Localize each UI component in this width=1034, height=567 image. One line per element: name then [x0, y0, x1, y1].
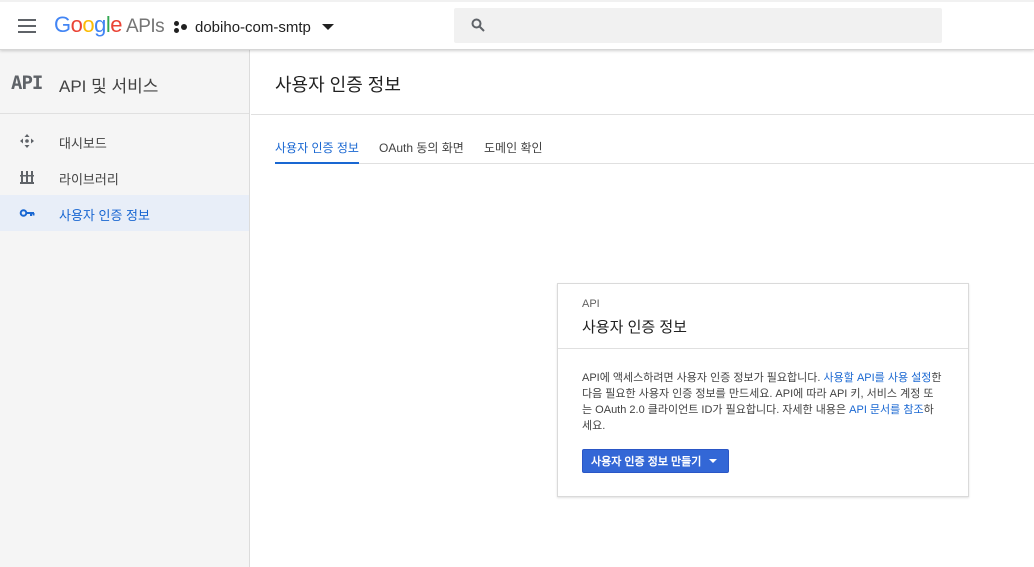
description-text: API에 액세스하려면 사용자 인증 정보가 필요합니다.	[582, 372, 824, 384]
caret-down-icon	[321, 24, 334, 30]
project-name: dobiho-com-smtp	[195, 18, 311, 36]
sidebar-nav: 대시보드 라이브러리 사용자 인증 정보	[0, 123, 249, 231]
search-icon	[471, 18, 485, 32]
sidebar-item-label: 사용자 인증 정보	[59, 208, 150, 223]
card-title: 사용자 인증 정보	[582, 319, 687, 336]
project-icon	[174, 20, 188, 34]
sidebar-item-credentials[interactable]: 사용자 인증 정보	[0, 195, 249, 231]
enable-api-link[interactable]: 사용할 API를 사용 설정	[824, 372, 932, 384]
sidebar-title: API 및 서비스	[59, 77, 159, 96]
search-input[interactable]	[498, 8, 928, 43]
apis-wordmark: APIs	[126, 16, 165, 37]
card-header: API 사용자 인증 정보	[558, 284, 968, 349]
api-logo-icon: API	[11, 72, 43, 94]
create-credentials-button[interactable]: 사용자 인증 정보 만들기	[582, 449, 729, 473]
top-app-bar: Google APIs dobiho-com-smtp	[0, 0, 1034, 50]
sidebar-header: API API 및 서비스	[0, 50, 249, 114]
card-eyebrow: API	[582, 298, 600, 310]
sidebar-item-label: 라이브러리	[59, 172, 119, 187]
tab-bar: 사용자 인증 정보 OAuth 동의 화면 도메인 확인	[275, 130, 1034, 164]
sidebar: API API 및 서비스 대시보드 라이브러리 사용자 인증 정보	[0, 50, 250, 567]
project-selector[interactable]: dobiho-com-smtp	[174, 16, 334, 38]
key-icon	[19, 209, 35, 217]
top-edge	[0, 0, 1034, 2]
card-description: API에 액세스하려면 사용자 인증 정보가 필요합니다. 사용할 API를 사…	[582, 370, 942, 434]
page-header: 사용자 인증 정보	[251, 50, 1034, 115]
tab-credentials[interactable]: 사용자 인증 정보	[275, 139, 359, 164]
create-credentials-label: 사용자 인증 정보 만들기	[591, 456, 702, 468]
api-docs-link[interactable]: API 문서를 참조	[849, 404, 923, 416]
library-icon	[20, 171, 34, 184]
google-wordmark: Google	[54, 12, 123, 37]
sidebar-item-library[interactable]: 라이브러리	[0, 159, 249, 195]
sidebar-item-label: 대시보드	[59, 136, 107, 151]
search-bar[interactable]	[454, 8, 942, 43]
hamburger-menu-icon[interactable]	[16, 17, 38, 35]
dropdown-arrow-icon	[709, 459, 718, 463]
tab-domain-verification[interactable]: 도메인 확인	[484, 139, 543, 164]
google-apis-logo[interactable]: Google APIs	[54, 12, 165, 38]
sidebar-item-dashboard[interactable]: 대시보드	[0, 123, 249, 159]
page-title: 사용자 인증 정보	[275, 75, 401, 95]
tab-oauth-consent[interactable]: OAuth 동의 화면	[379, 139, 464, 164]
dashboard-icon	[20, 134, 34, 148]
credentials-card: API 사용자 인증 정보 API에 액세스하려면 사용자 인증 정보가 필요합…	[557, 283, 969, 497]
